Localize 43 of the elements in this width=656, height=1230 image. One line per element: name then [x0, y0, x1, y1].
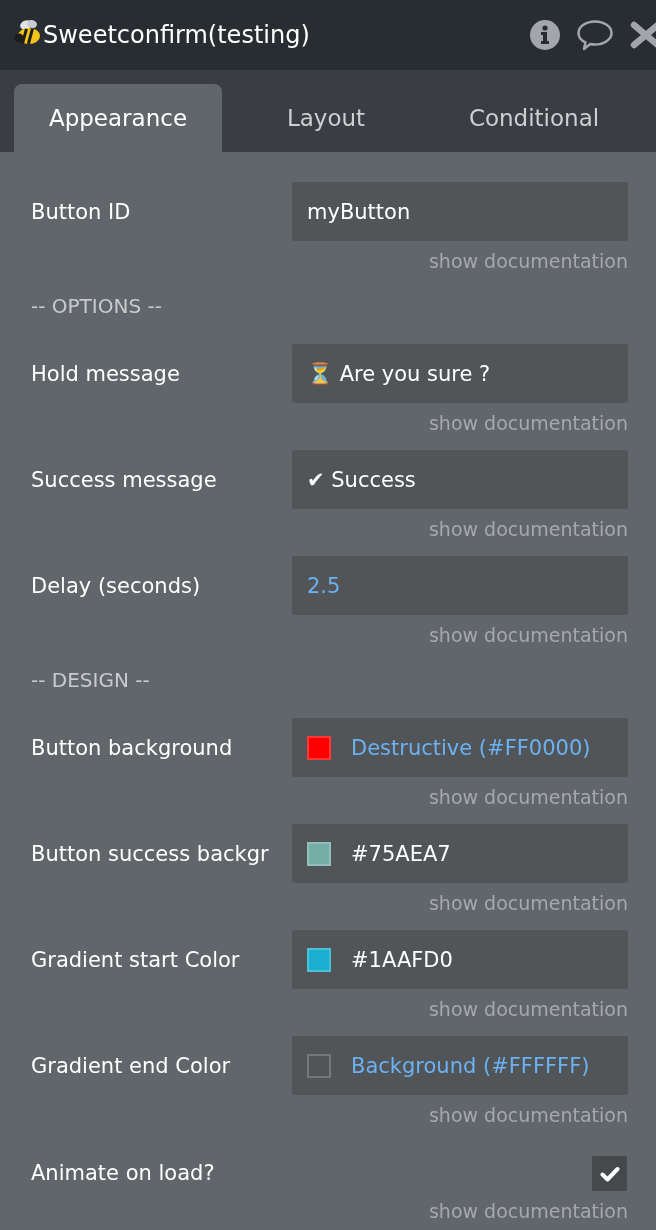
show-documentation-link[interactable]: show documentation — [428, 1199, 628, 1223]
comment-icon[interactable] — [576, 19, 614, 51]
window-title: Sweetconfirm(testing) — [43, 21, 310, 49]
show-documentation-link[interactable]: show documentation — [428, 785, 628, 809]
text-field[interactable]: myButton — [292, 182, 628, 241]
tab[interactable]: Appearance — [14, 84, 222, 152]
show-documentation-link[interactable]: show documentation — [428, 249, 628, 273]
color-value: #75AEA7 — [351, 841, 451, 866]
text-field[interactable]: ✔ Success — [292, 450, 628, 509]
property-label: Gradient start Color — [31, 947, 241, 972]
property-label: Button ID — [31, 199, 132, 224]
color-field[interactable]: Background (#FFFFFF) — [292, 1036, 628, 1095]
check-icon — [599, 1165, 620, 1182]
property-label: Delay (seconds) — [31, 573, 202, 598]
color-value: #1AAFD0 — [351, 947, 453, 972]
color-field[interactable]: Destructive (#FF0000) — [292, 718, 628, 777]
property-label: Hold message — [31, 361, 181, 386]
section-heading: -- OPTIONS -- — [31, 293, 163, 320]
close-icon[interactable] — [630, 21, 656, 49]
color-field[interactable]: #75AEA7 — [292, 824, 628, 883]
show-documentation-link[interactable]: show documentation — [428, 997, 628, 1021]
color-value: Background (#FFFFFF) — [351, 1053, 590, 1078]
text-field[interactable]: 2.5 — [292, 556, 628, 615]
tab[interactable]: Conditional — [430, 84, 638, 152]
section-heading: -- DESIGN -- — [31, 667, 151, 694]
tab[interactable]: Layout — [222, 84, 430, 152]
property-label: Button background — [31, 735, 234, 760]
empty-swatch-icon — [307, 1053, 331, 1078]
property-label: Gradient end Color — [31, 1053, 232, 1078]
info-icon[interactable] — [530, 20, 560, 50]
checkbox[interactable] — [592, 1156, 627, 1191]
text-field[interactable]: ⏳ Are you sure ? — [292, 344, 628, 403]
show-documentation-link[interactable]: show documentation — [428, 1103, 628, 1127]
show-documentation-link[interactable]: show documentation — [428, 623, 628, 647]
show-documentation-link[interactable]: show documentation — [428, 517, 628, 541]
bee-icon — [14, 19, 42, 47]
property-label: Button success backgr — [31, 841, 270, 866]
property-label: Animate on load? — [31, 1161, 216, 1187]
show-documentation-link[interactable]: show documentation — [428, 891, 628, 915]
property-label: Success message — [31, 467, 218, 492]
color-value: Destructive (#FF0000) — [351, 735, 591, 760]
show-documentation-link[interactable]: show documentation — [428, 411, 628, 435]
color-field[interactable]: #1AAFD0 — [292, 930, 628, 989]
